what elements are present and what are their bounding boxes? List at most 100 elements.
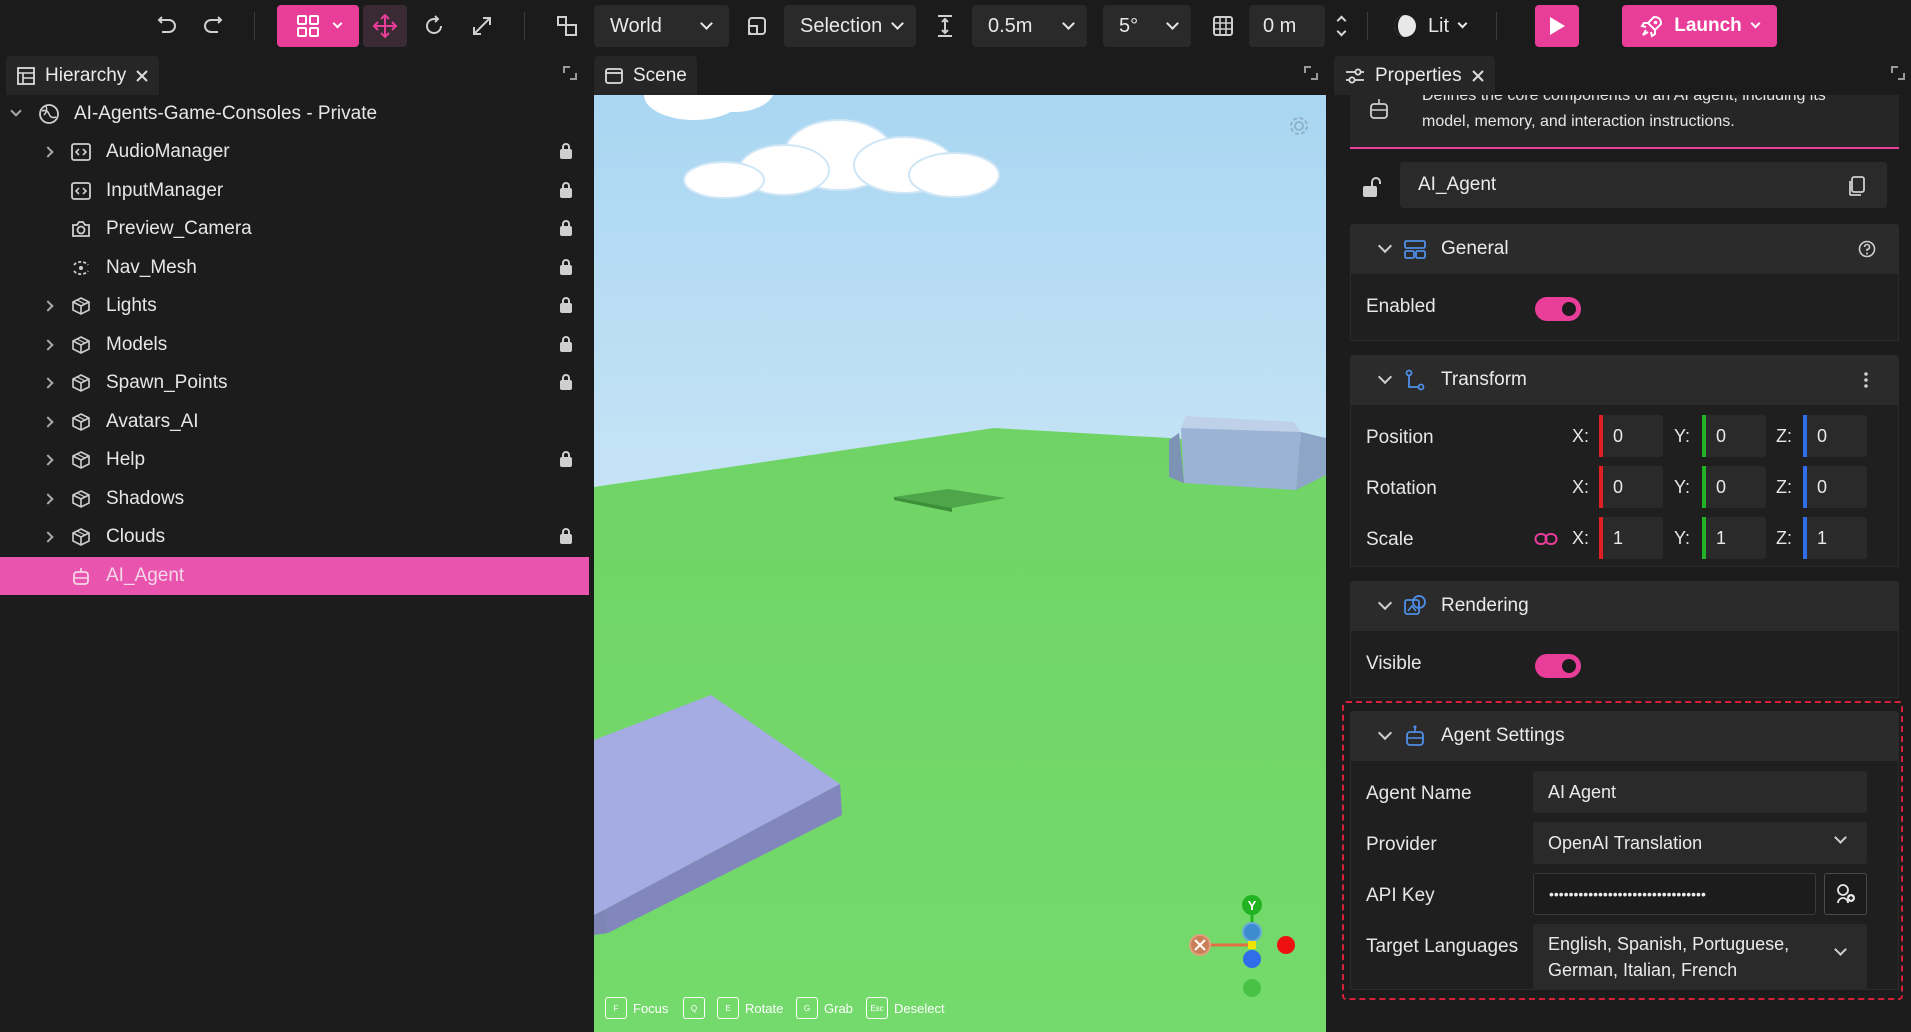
hierarchy-item-lights[interactable]: Lights bbox=[0, 287, 590, 325]
scene-viewport[interactable]: Y bbox=[594, 95, 1326, 1032]
shortcut-hint: Esc Deselect bbox=[866, 997, 945, 1019]
undo-button[interactable] bbox=[150, 5, 184, 47]
lock-icon[interactable] bbox=[560, 451, 572, 467]
rotate-tool-button[interactable] bbox=[414, 5, 454, 47]
chevron-down-icon bbox=[1750, 18, 1761, 29]
tab-scene[interactable]: Scene bbox=[594, 56, 697, 95]
close-icon[interactable] bbox=[1471, 69, 1485, 83]
visible-toggle[interactable] bbox=[1535, 654, 1581, 678]
close-icon[interactable] bbox=[135, 69, 149, 83]
move-tool-button[interactable] bbox=[363, 5, 407, 47]
api-key-manage-button[interactable] bbox=[1824, 873, 1867, 915]
more-options-icon[interactable] bbox=[1863, 371, 1869, 389]
agent-name-input[interactable]: AI Agent bbox=[1533, 771, 1867, 813]
gizmo-y-label: Y bbox=[1248, 898, 1257, 913]
hierarchy-item-spawn-points[interactable]: Spawn_Points bbox=[0, 364, 590, 402]
tab-hierarchy[interactable]: Hierarchy bbox=[6, 56, 160, 95]
space-dropdown[interactable]: World bbox=[594, 5, 729, 47]
lock-icon[interactable] bbox=[560, 220, 572, 236]
chevron-right-icon[interactable] bbox=[42, 492, 54, 505]
position-z-input[interactable]: 0 bbox=[1803, 415, 1867, 457]
hierarchy-item-preview-camera[interactable]: Preview_Camera bbox=[0, 210, 590, 248]
pivot-dropdown[interactable]: Selection bbox=[784, 5, 916, 47]
maximize-properties-icon[interactable] bbox=[1891, 66, 1905, 80]
position-x-input[interactable]: 0 bbox=[1599, 415, 1663, 457]
snap-move-dropdown[interactable]: 0.5m bbox=[972, 5, 1087, 47]
rotation-x-input[interactable]: 0 bbox=[1599, 466, 1663, 508]
rendering-section-header[interactable]: Rendering bbox=[1350, 581, 1899, 631]
lock-icon[interactable] bbox=[560, 181, 572, 198]
copy-icon[interactable] bbox=[1847, 175, 1867, 197]
redo-button[interactable] bbox=[196, 5, 230, 47]
scale-tool-button[interactable] bbox=[462, 5, 502, 47]
lock-icon[interactable] bbox=[560, 258, 572, 275]
scene-settings-gear-icon[interactable] bbox=[1288, 115, 1310, 137]
hierarchy-item-help[interactable]: Help bbox=[0, 441, 590, 479]
lighting-dropdown[interactable]: Lit bbox=[1388, 5, 1470, 47]
chevron-right-icon[interactable] bbox=[42, 377, 54, 389]
help-icon[interactable] bbox=[1858, 240, 1876, 258]
api-key-input[interactable]: •••••••••••••••••••••••••••••••• bbox=[1533, 873, 1816, 915]
launch-button[interactable]: Launch bbox=[1622, 5, 1777, 47]
hierarchy-item-avatars-ai[interactable]: Avatars_AI bbox=[0, 403, 590, 441]
chevron-down-icon[interactable] bbox=[10, 105, 22, 117]
play-button[interactable] bbox=[1535, 5, 1579, 47]
chevron-right-icon[interactable] bbox=[42, 300, 54, 312]
link-scale-icon[interactable] bbox=[1534, 532, 1558, 546]
provider-dropdown[interactable]: OpenAI Translation bbox=[1533, 822, 1867, 864]
pivot-icon-button[interactable] bbox=[740, 5, 774, 47]
maximize-hierarchy-icon[interactable] bbox=[563, 66, 577, 80]
lock-icon[interactable] bbox=[560, 374, 572, 390]
rotation-y-input[interactable]: 0 bbox=[1702, 466, 1766, 508]
chevron-right-icon[interactable] bbox=[42, 338, 54, 351]
general-icon bbox=[1404, 240, 1426, 259]
rotation-z-input[interactable]: 0 bbox=[1803, 466, 1867, 508]
grid-offset-input[interactable]: 0 m bbox=[1249, 5, 1325, 47]
chevron-down-icon[interactable] bbox=[1377, 595, 1393, 611]
enabled-toggle[interactable] bbox=[1535, 297, 1581, 321]
lock-icon[interactable] bbox=[560, 143, 572, 159]
target-languages-dropdown[interactable]: English, Spanish, Portuguese, German, It… bbox=[1533, 924, 1867, 990]
tab-properties[interactable]: Properties bbox=[1334, 56, 1495, 95]
hierarchy-item-nav-mesh[interactable]: Nav_Mesh bbox=[0, 249, 590, 287]
unlock-icon[interactable] bbox=[1360, 175, 1384, 199]
position-y-value: 0 bbox=[1716, 425, 1727, 446]
scale-x-input[interactable]: 1 bbox=[1599, 517, 1663, 559]
chevron-down-icon[interactable] bbox=[1377, 725, 1393, 741]
hierarchy-item-shadows[interactable]: Shadows bbox=[0, 480, 590, 518]
scale-y-input[interactable]: 1 bbox=[1702, 517, 1766, 559]
hierarchy-item-models[interactable]: Models bbox=[0, 326, 590, 364]
play-icon bbox=[1550, 17, 1565, 35]
hierarchy-item-clouds[interactable]: Clouds bbox=[0, 518, 590, 556]
agent-name-value: AI Agent bbox=[1548, 781, 1617, 802]
position-y-input[interactable]: 0 bbox=[1702, 415, 1766, 457]
lock-icon[interactable] bbox=[560, 335, 572, 352]
hierarchy-root[interactable]: AI-Agents-Game-Consoles - Private bbox=[0, 95, 590, 133]
maximize-scene-icon[interactable] bbox=[1304, 66, 1318, 80]
chevron-down-icon[interactable] bbox=[1377, 369, 1393, 385]
snap-rotate-dropdown[interactable]: 5° bbox=[1103, 5, 1191, 47]
entity-name-input[interactable]: AI_Agent bbox=[1400, 162, 1887, 208]
chevron-right-icon[interactable] bbox=[42, 146, 54, 158]
grid-offset-stepper[interactable] bbox=[1325, 5, 1357, 47]
chevron-right-icon[interactable] bbox=[42, 454, 54, 466]
agent-settings-section-header[interactable]: Agent Settings bbox=[1350, 711, 1899, 761]
chevron-right-icon[interactable] bbox=[42, 415, 54, 428]
snap-move-icon bbox=[928, 5, 962, 47]
scale-z-input[interactable]: 1 bbox=[1803, 517, 1867, 559]
rendering-section-title: Rendering bbox=[1441, 595, 1529, 616]
hierarchy-item-audiomanager[interactable]: AudioManager bbox=[0, 133, 590, 171]
layout-mode-button[interactable] bbox=[277, 5, 359, 47]
transform-section-header[interactable]: Transform bbox=[1350, 355, 1899, 405]
pivot-value: Selection bbox=[800, 14, 883, 37]
scene-render[interactable]: Y bbox=[594, 95, 1326, 1032]
hierarchy-item-inputmanager[interactable]: InputManager bbox=[0, 172, 590, 210]
key-icon bbox=[1836, 884, 1855, 904]
lock-icon[interactable] bbox=[560, 528, 572, 544]
hierarchy-item-ai-agent[interactable]: AI_Agent bbox=[0, 556, 589, 595]
chevron-down-icon[interactable] bbox=[1377, 238, 1393, 254]
local-global-button[interactable] bbox=[550, 5, 584, 47]
lock-icon[interactable] bbox=[560, 297, 572, 313]
general-section-header[interactable]: General bbox=[1350, 224, 1899, 274]
chevron-right-icon[interactable] bbox=[42, 531, 54, 543]
